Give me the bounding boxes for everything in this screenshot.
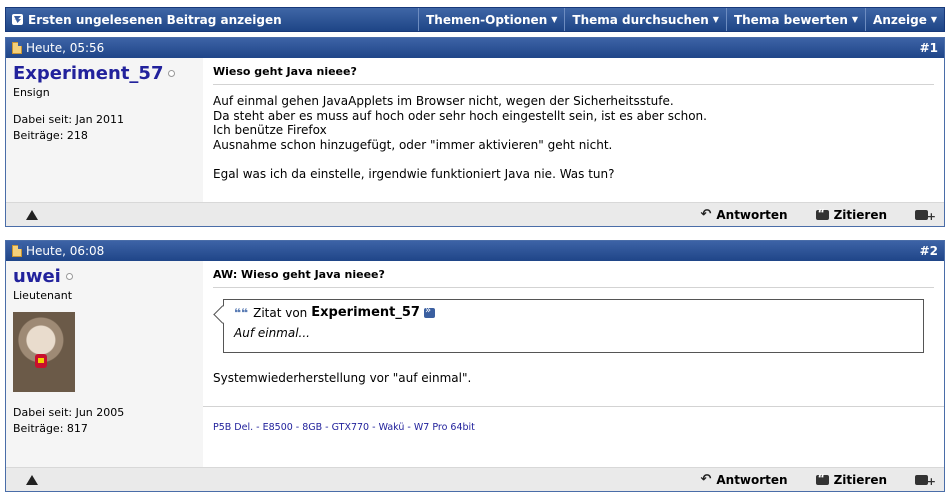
post-content: AW: Wieso geht Java nieee? ❝❝ Zitat von … xyxy=(203,261,944,467)
reply-button[interactable]: ↶ Antworten xyxy=(700,207,787,222)
quote-button[interactable]: Zitieren xyxy=(815,472,887,487)
user-rank: Lieutenant xyxy=(13,289,73,302)
user-info: uwei Lieutenant Dabei seit: Jun 2005 Bei… xyxy=(6,261,203,467)
quote-icon xyxy=(815,472,829,485)
reply-button[interactable]: ↶ Antworten xyxy=(700,472,787,487)
thread-options-menu[interactable]: Themen-Optionen ▼ xyxy=(418,8,564,31)
post-content: Wieso geht Java nieee? Auf einmal gehen … xyxy=(203,58,944,202)
username-text: uwei xyxy=(13,266,61,287)
caret-down-icon: ▼ xyxy=(930,15,937,24)
avatar[interactable] xyxy=(13,312,75,392)
warning-icon[interactable] xyxy=(26,474,38,485)
signature: P5B Del. - E8500 - 8GB - GTX770 - Wakü -… xyxy=(213,421,475,433)
post-message: Systemwiederherstellung vor "auf einmal"… xyxy=(213,371,472,385)
post-header: Heute, 05:56 #1 xyxy=(6,38,944,58)
rate-thread-label: Thema bewerten xyxy=(733,12,848,27)
message-line: Auf einmal gehen JavaApplets im Browser … xyxy=(213,94,674,108)
caret-down-icon: ▼ xyxy=(712,15,719,24)
quote-prefix: Zitat von xyxy=(253,305,308,320)
quote-label: Zitieren xyxy=(833,472,887,487)
username-text: Experiment_57 xyxy=(13,63,164,84)
post-message: Auf einmal gehen JavaApplets im Browser … xyxy=(213,85,934,182)
multiquote-icon xyxy=(915,474,936,488)
warning-icon[interactable] xyxy=(26,209,38,220)
message-line: Egal was ich da einstelle, irgendwie fun… xyxy=(213,166,615,181)
message-line: Ausnahme schon hinzugefügt, oder "immer … xyxy=(213,137,613,152)
reply-icon: ↶ xyxy=(700,207,712,222)
quote-label: Zitieren xyxy=(833,207,887,222)
post-1: Heute, 05:56 #1 Experiment_57 Ensign Dab… xyxy=(5,37,945,227)
display-mode-label: Anzeige xyxy=(873,12,927,27)
post-doc-icon xyxy=(12,42,22,54)
rate-thread-menu[interactable]: Thema bewerten ▼ xyxy=(725,8,865,31)
post-title: AW: Wieso geht Java nieee? xyxy=(213,261,934,288)
caret-down-icon: ▼ xyxy=(551,15,558,24)
thread-options-label: Themen-Optionen xyxy=(426,12,548,27)
display-mode-menu[interactable]: Anzeige ▼ xyxy=(865,8,944,31)
quote-author: Experiment_57 xyxy=(311,305,420,320)
post-title: Wieso geht Java nieee? xyxy=(213,58,934,85)
search-thread-label: Thema durchsuchen xyxy=(572,12,709,27)
quote-icon xyxy=(815,207,829,220)
username-link[interactable]: Experiment_57 xyxy=(13,63,196,84)
multiquote-icon xyxy=(915,209,936,223)
post-count: Beiträge: 817 xyxy=(13,422,88,435)
reply-label: Antworten xyxy=(716,472,788,487)
post-2: Heute, 06:08 #2 uwei Lieutenant Dabei se… xyxy=(5,240,945,492)
join-date: Dabei seit: Jun 2005 xyxy=(13,406,125,419)
post-date: Heute, 05:56 xyxy=(26,41,105,55)
down-arrow-icon xyxy=(12,14,23,25)
offline-status-icon xyxy=(65,273,73,280)
post-count: Beiträge: 218 xyxy=(13,129,88,142)
user-info: Experiment_57 Ensign Dabei seit: Jan 201… xyxy=(6,58,203,202)
message-line: Ich benütze Firefox xyxy=(213,123,327,138)
thread-toolbar: Ersten ungelesenen Beitrag anzeigen Them… xyxy=(5,7,945,32)
caret-down-icon: ▼ xyxy=(851,15,859,24)
post-number-link[interactable]: #1 xyxy=(920,41,938,55)
post-doc-icon xyxy=(12,245,22,257)
quote-marks-icon: ❝❝ xyxy=(234,305,249,320)
reply-icon: ↶ xyxy=(700,472,712,487)
post-number-link[interactable]: #2 xyxy=(920,244,938,258)
post-date: Heute, 06:08 xyxy=(26,244,105,258)
reply-label: Antworten xyxy=(716,207,788,222)
user-rank: Ensign xyxy=(13,86,50,99)
quote-header: ❝❝ Zitat von Experiment_57 xyxy=(234,305,913,320)
offline-status-icon xyxy=(168,70,176,77)
post-footer: ↶ Antworten Zitieren xyxy=(6,467,944,491)
post-header: Heute, 06:08 #2 xyxy=(6,241,944,261)
post-footer: ↶ Antworten Zitieren xyxy=(6,202,944,226)
first-unread-link[interactable]: Ersten ungelesenen Beitrag anzeigen xyxy=(6,8,418,31)
first-unread-label: Ersten ungelesenen Beitrag anzeigen xyxy=(28,12,282,27)
multiquote-button[interactable] xyxy=(915,209,936,223)
multiquote-button[interactable] xyxy=(915,474,936,488)
join-date: Dabei seit: Jan 2011 xyxy=(13,113,125,126)
view-post-icon[interactable] xyxy=(423,305,435,318)
quote-text: Auf einmal... xyxy=(234,326,310,340)
message-line: Da steht aber es muss auf hoch oder sehr… xyxy=(213,108,707,123)
quote-block: ❝❝ Zitat von Experiment_57 Auf einmal... xyxy=(223,299,924,353)
username-link[interactable]: uwei xyxy=(13,266,196,287)
search-thread-menu[interactable]: Thema durchsuchen ▼ xyxy=(564,8,726,31)
quote-button[interactable]: Zitieren xyxy=(815,207,887,222)
